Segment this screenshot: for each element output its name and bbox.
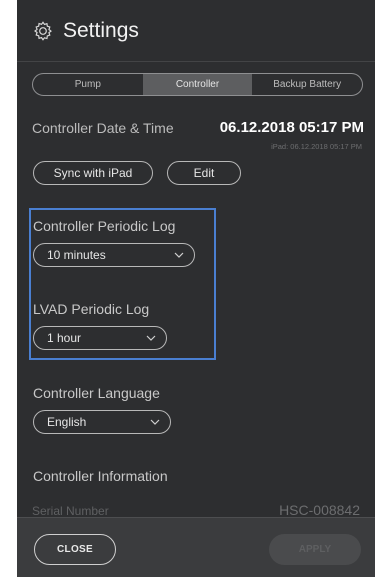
device-tab-bar: Pump Controller Backup Battery: [32, 73, 363, 96]
settings-panel: Settings Pump Controller Backup Battery …: [17, 0, 375, 577]
chevron-down-icon: [174, 252, 184, 258]
lvad-periodic-log-value: 1 hour: [47, 331, 82, 345]
serial-number-value: HSC-008842: [279, 502, 360, 518]
apply-button[interactable]: APPLY: [269, 534, 361, 565]
tab-pump[interactable]: Pump: [33, 74, 143, 95]
lvad-periodic-log-label: LVAD Periodic Log: [33, 301, 150, 317]
controller-information-label: Controller Information: [33, 468, 168, 484]
chevron-down-icon: [150, 419, 160, 425]
controller-language-label: Controller Language: [33, 385, 160, 401]
lvad-periodic-log-select[interactable]: 1 hour: [33, 326, 167, 350]
chevron-down-icon: [146, 335, 156, 341]
controller-periodic-log-label: Controller Periodic Log: [33, 218, 176, 234]
edit-button[interactable]: Edit: [167, 161, 241, 185]
ipad-date-time-value: iPad: 06.12.2018 05:17 PM: [271, 142, 362, 151]
tab-controller[interactable]: Controller: [142, 74, 253, 95]
serial-number-label: Serial Number: [32, 504, 109, 518]
settings-header: Settings: [17, 0, 375, 62]
page-title: Settings: [63, 18, 139, 42]
gear-icon: [34, 20, 52, 41]
footer-bar: CLOSE APPLY: [17, 517, 375, 577]
controller-language-select[interactable]: English: [33, 410, 171, 434]
controller-periodic-log-select[interactable]: 10 minutes: [33, 243, 195, 267]
controller-date-time-value: 06.12.2018 05:17 PM: [219, 119, 364, 136]
controller-language-value: English: [47, 415, 87, 429]
tab-backup-battery[interactable]: Backup Battery: [252, 74, 362, 95]
close-button[interactable]: CLOSE: [34, 534, 116, 565]
controller-periodic-log-value: 10 minutes: [47, 248, 106, 262]
controller-date-time-label: Controller Date & Time: [32, 120, 174, 136]
sync-with-ipad-button[interactable]: Sync with iPad: [33, 161, 153, 185]
